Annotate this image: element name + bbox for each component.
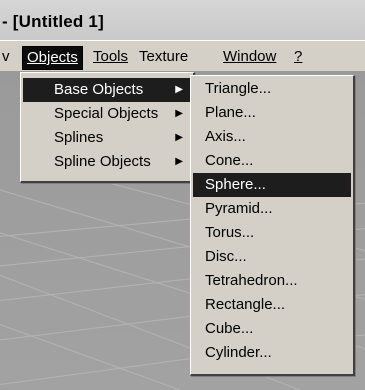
menu-item-axis[interactable]: Axis... xyxy=(193,125,351,149)
menu-item-label: Tetrahedron... xyxy=(205,272,298,289)
menu-item-label: Disc... xyxy=(205,248,247,265)
menu-item-label: Axis... xyxy=(205,128,246,145)
menu-tools-label: Tools xyxy=(93,48,129,65)
menu-item-label: Torus... xyxy=(205,224,255,241)
menu-bar: v Objects Tools Texture Window ? xyxy=(0,40,365,71)
menu-item-disc[interactable]: Disc... xyxy=(193,245,351,269)
menu-objects-label: Objects xyxy=(27,49,78,66)
menu-item-plane[interactable]: Plane... xyxy=(193,101,351,125)
menu-item-splines[interactable]: Splines ▶ xyxy=(23,126,191,150)
menu-window[interactable]: Window xyxy=(219,46,280,68)
objects-menu: Base Objects ▶ Special Objects ▶ Splines… xyxy=(20,72,195,183)
menu-help[interactable]: ? xyxy=(290,46,306,68)
menu-item-special-objects[interactable]: Special Objects ▶ xyxy=(23,102,191,126)
submenu-arrow-icon: ▶ xyxy=(175,84,183,95)
submenu-arrow-icon: ▶ xyxy=(175,108,183,119)
menu-item-triangle[interactable]: Triangle... xyxy=(193,77,351,101)
menu-item-cone[interactable]: Cone... xyxy=(193,149,351,173)
menu-item-cube[interactable]: Cube... xyxy=(193,317,351,341)
menu-item-label: Cylinder... xyxy=(205,344,272,361)
menu-objects[interactable]: Objects xyxy=(22,46,83,70)
menu-item-label: Sphere... xyxy=(205,176,266,193)
menu-item-label: Pyramid... xyxy=(205,200,273,217)
title-bar: - [Untitled 1] xyxy=(0,0,365,41)
submenu-arrow-icon: ▶ xyxy=(175,132,183,143)
menu-item-label: Spline Objects xyxy=(54,153,151,170)
window-title: - [Untitled 1] xyxy=(2,12,104,31)
submenu-arrow-icon: ▶ xyxy=(175,156,183,167)
menu-item-label: Rectangle... xyxy=(205,296,286,313)
menu-item-cylinder[interactable]: Cylinder... xyxy=(193,341,351,365)
menu-item-pyramid[interactable]: Pyramid... xyxy=(193,197,351,221)
menu-item-tetrahedron[interactable]: Tetrahedron... xyxy=(193,269,351,293)
menu-item-sphere[interactable]: Sphere... xyxy=(193,173,351,197)
menu-view-partial[interactable]: v xyxy=(0,46,14,68)
menu-item-torus[interactable]: Torus... xyxy=(193,221,351,245)
menu-item-label: Base Objects xyxy=(54,81,144,98)
menu-item-label: Cube... xyxy=(205,320,254,337)
base-objects-menu: Triangle... Plane... Axis... Cone... Sph… xyxy=(190,75,355,376)
menu-item-spline-objects[interactable]: Spline Objects ▶ xyxy=(23,150,191,174)
menu-item-label: Triangle... xyxy=(205,80,272,97)
menu-tools[interactable]: Tools xyxy=(89,46,132,68)
menu-item-label: Cone... xyxy=(205,152,254,169)
menu-item-rectangle[interactable]: Rectangle... xyxy=(193,293,351,317)
menu-item-label: Special Objects xyxy=(54,105,159,122)
menu-help-label: ? xyxy=(294,48,303,65)
menu-item-label: Plane... xyxy=(205,104,256,121)
menu-item-base-objects[interactable]: Base Objects ▶ xyxy=(23,78,191,102)
menu-texture[interactable]: Texture xyxy=(135,46,192,68)
menu-window-label: Window xyxy=(223,48,277,65)
menu-item-label: Splines xyxy=(54,129,104,146)
